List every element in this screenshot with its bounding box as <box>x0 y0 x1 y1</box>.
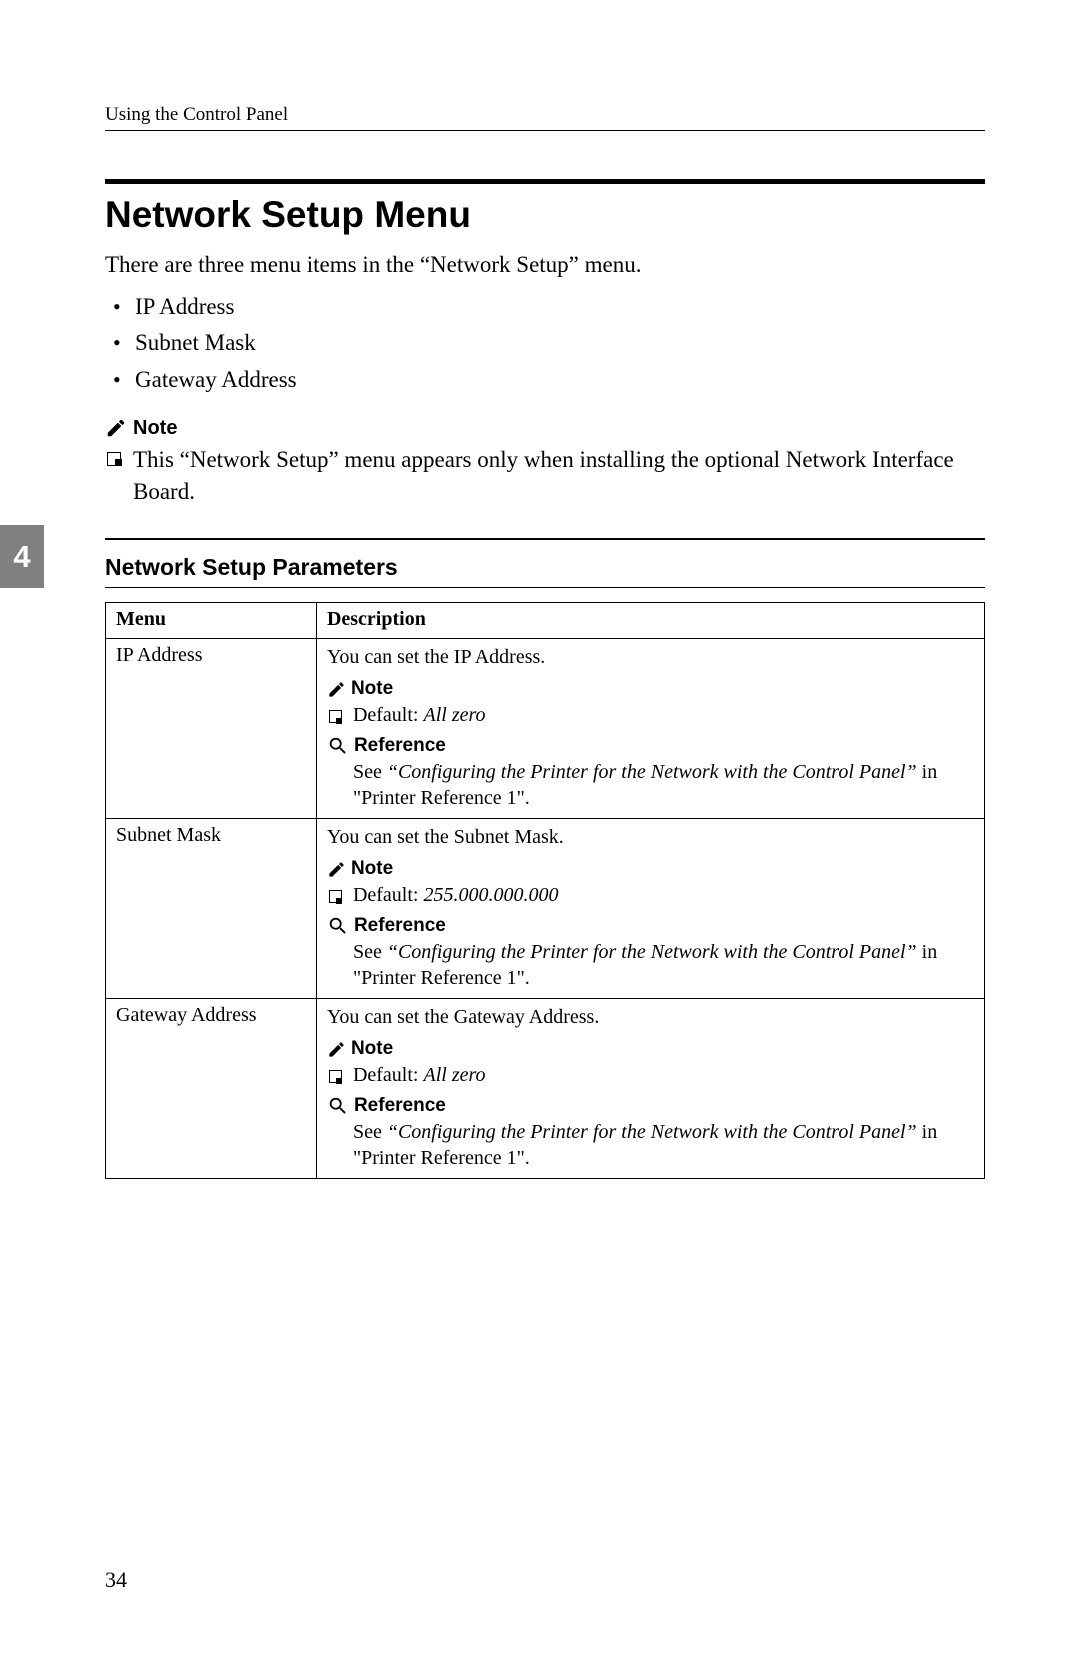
cell-note-header: Note <box>327 678 974 700</box>
desc-text: You can set the IP Address. <box>327 644 974 670</box>
note-label: Note <box>133 417 177 440</box>
cell-menu: IP Address <box>106 639 317 819</box>
cell-ref-header: Reference <box>327 915 974 937</box>
subsection-rule-top <box>105 538 985 540</box>
section-rule <box>105 179 985 184</box>
running-header: Using the Control Panel <box>105 104 985 126</box>
ref-label: Reference <box>354 735 446 757</box>
list-item: Subnet Mask <box>105 325 985 362</box>
default-prefix: Default: <box>353 884 424 906</box>
default-value: Default: 255.000.000.000 <box>327 884 974 907</box>
square-bullet-icon <box>107 452 121 466</box>
square-bullet-icon <box>329 890 342 903</box>
note-body: This “Network Setup” menu appears only w… <box>133 447 954 504</box>
magnify-icon <box>327 735 349 757</box>
note-label: Note <box>351 858 393 880</box>
default-value: Default: All zero <box>327 704 974 727</box>
note-header: Note <box>105 417 985 440</box>
table-row: IP Address You can set the IP Address. N… <box>106 639 985 819</box>
col-header-menu: Menu <box>106 603 317 639</box>
cell-ref-header: Reference <box>327 735 974 757</box>
square-bullet-icon <box>329 710 342 723</box>
desc-text: You can set the Gateway Address. <box>327 1004 974 1030</box>
ref-label: Reference <box>354 915 446 937</box>
cell-ref-header: Reference <box>327 1095 974 1117</box>
cell-desc: You can set the Gateway Address. Note De… <box>316 999 984 1179</box>
default-value: Default: All zero <box>327 1064 974 1087</box>
ref-see: See <box>353 761 387 783</box>
table-row: Gateway Address You can set the Gateway … <box>106 999 985 1179</box>
subsection-rule-bottom <box>105 587 985 588</box>
desc-text: You can set the Subnet Mask. <box>327 824 974 850</box>
list-item: Gateway Address <box>105 362 985 399</box>
table-header-row: Menu Description <box>106 603 985 639</box>
note-text: This “Network Setup” menu appears only w… <box>105 444 985 508</box>
intro-text: There are three menu items in the “Netwo… <box>105 248 985 283</box>
subsection-title: Network Setup Parameters <box>105 554 985 581</box>
table-row: Subnet Mask You can set the Subnet Mask.… <box>106 819 985 999</box>
ref-see: See <box>353 941 387 963</box>
ref-see: See <box>353 1121 387 1143</box>
note-label: Note <box>351 678 393 700</box>
cell-desc: You can set the IP Address. Note Default… <box>316 639 984 819</box>
magnify-icon <box>327 1095 349 1117</box>
default-val: All zero <box>423 1064 485 1086</box>
cell-desc: You can set the Subnet Mask. Note Defaul… <box>316 819 984 999</box>
square-bullet-icon <box>329 1070 342 1083</box>
header-rule <box>105 130 985 131</box>
pencil-icon <box>327 680 346 699</box>
cell-note-header: Note <box>327 858 974 880</box>
pencil-icon <box>105 417 127 439</box>
menu-items-list: IP Address Subnet Mask Gateway Address <box>105 289 985 399</box>
ref-text: See “Configuring the Printer for the Net… <box>327 759 974 811</box>
list-item: IP Address <box>105 289 985 326</box>
cell-menu: Subnet Mask <box>106 819 317 999</box>
ref-text: See “Configuring the Printer for the Net… <box>327 939 974 991</box>
default-prefix: Default: <box>353 1064 424 1086</box>
section-title: Network Setup Menu <box>105 194 985 236</box>
pencil-icon <box>327 1040 346 1059</box>
ref-title: “Configuring the Printer for the Network… <box>387 941 917 963</box>
page-content: Using the Control Panel Network Setup Me… <box>0 0 1080 1669</box>
page-number: 34 <box>105 1567 127 1593</box>
default-val: All zero <box>423 704 485 726</box>
default-prefix: Default: <box>353 704 424 726</box>
col-header-desc: Description <box>316 603 984 639</box>
cell-note-header: Note <box>327 1038 974 1060</box>
ref-label: Reference <box>354 1095 446 1117</box>
ref-text: See “Configuring the Printer for the Net… <box>327 1119 974 1171</box>
magnify-icon <box>327 915 349 937</box>
default-val: 255.000.000.000 <box>423 884 558 906</box>
ref-title: “Configuring the Printer for the Network… <box>387 761 917 783</box>
pencil-icon <box>327 860 346 879</box>
params-table: Menu Description IP Address You can set … <box>105 602 985 1179</box>
ref-title: “Configuring the Printer for the Network… <box>387 1121 917 1143</box>
cell-menu: Gateway Address <box>106 999 317 1179</box>
note-label: Note <box>351 1038 393 1060</box>
